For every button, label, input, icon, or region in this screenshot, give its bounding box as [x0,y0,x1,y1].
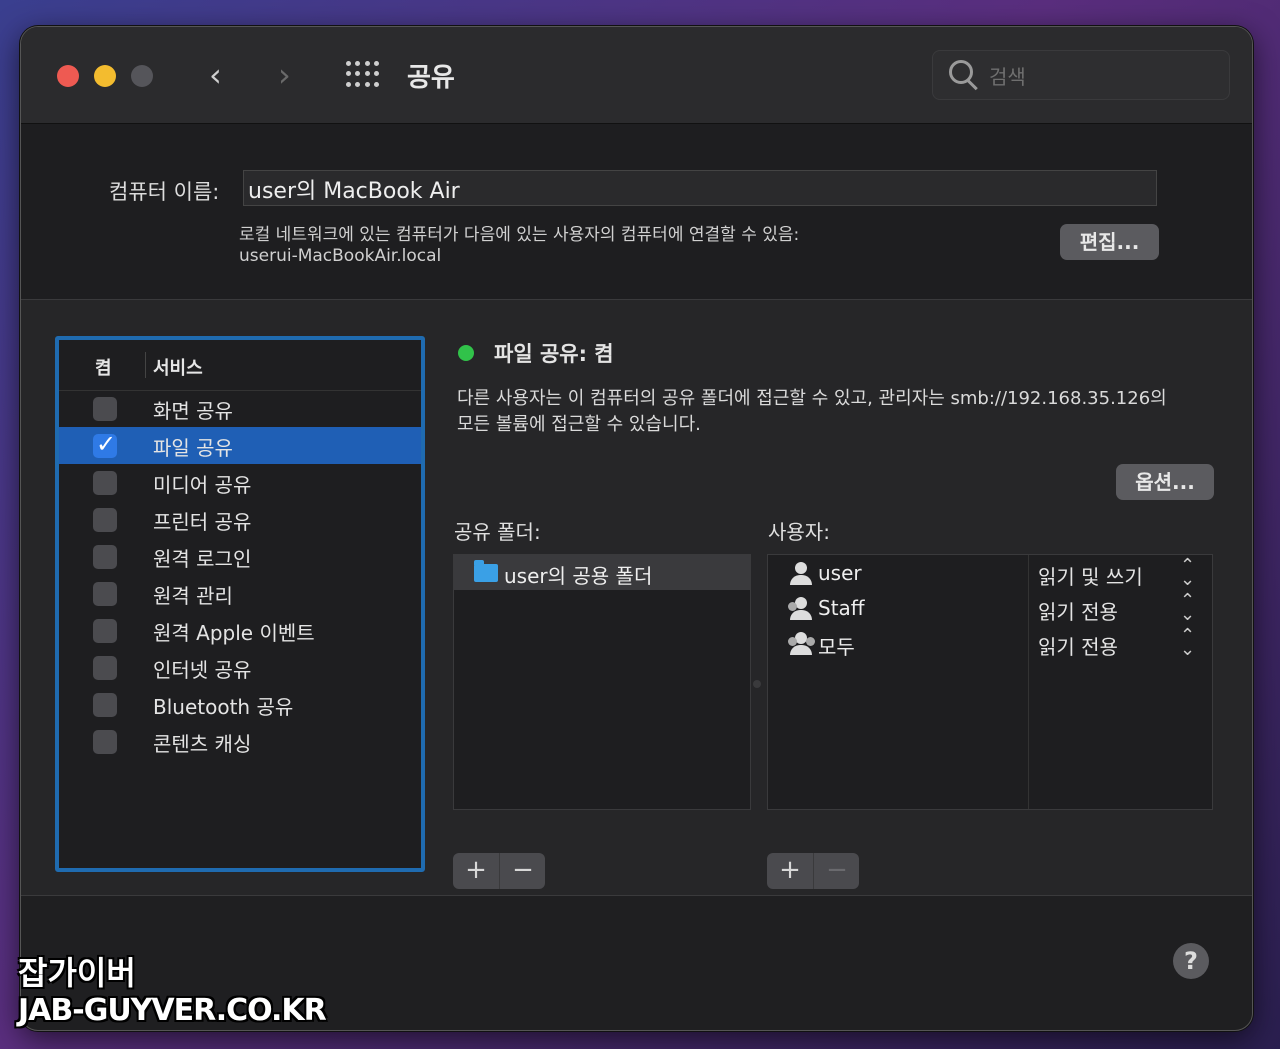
remove-user-button[interactable]: − [813,853,860,889]
folder-add-remove: + − [453,853,545,889]
users-list: user 읽기 및 쓰기 ⌃⌄ Staff 읽기 전용 ⌃⌄ 모두 읽기 전용 ⌃⌄ [767,554,1213,810]
service-checkbox[interactable] [93,397,117,421]
shared-folders-list: user의 공용 폴더 [453,554,751,810]
title-bar: ‹ › 공유 검색 [21,27,1252,124]
preferences-window: ‹ › 공유 검색 컴퓨터 이름: user의 MacBook Air 로컬 네… [20,26,1253,1031]
computer-name-label: 컴퓨터 이름: [109,176,219,206]
zoom-button[interactable] [131,65,153,87]
service-list-header: 켬 서비스 [59,340,421,391]
search-icon [949,60,973,84]
service-row[interactable]: 콘텐츠 캐싱 [59,723,421,760]
hostname: userui-MacBookAir.local [239,246,441,266]
user-name: Staff [818,596,865,620]
service-label: 프린터 공유 [153,506,251,535]
service-label: Bluetooth 공유 [153,691,293,720]
service-row[interactable]: 원격 Apple 이벤트 [59,612,421,649]
folder-icon [474,564,498,582]
service-row[interactable]: 원격 로그인 [59,538,421,575]
updown-chevron-icon[interactable]: ⌃⌄ [1180,629,1195,657]
group-icon [788,632,816,658]
service-row[interactable]: 인터넷 공유 [59,649,421,686]
network-description: 로컬 네트워크에 있는 컴퓨터가 다음에 있는 사용자의 컴퓨터에 연결할 수 … [239,220,799,245]
service-checkbox[interactable] [93,619,117,643]
status-text: 파일 공유: 켬 [494,338,614,368]
service-checkbox[interactable] [93,693,117,717]
search-placeholder: 검색 [989,61,1026,90]
computer-name-value: user의 MacBook Air [248,173,460,205]
group-icon [788,597,816,623]
sharing-section: 켬 서비스 화면 공유 ✓ 파일 공유미디어 공유프린터 공유원격 로그인원격 관리… [21,299,1252,896]
service-label: 파일 공유 [153,432,233,461]
window-title: 공유 [407,57,455,94]
service-row[interactable]: Bluetooth 공유 [59,686,421,723]
search-field[interactable]: 검색 [932,50,1230,100]
user-name: 모두 [818,631,855,660]
status-indicator [458,345,474,361]
info-text-line2: 모든 볼륨에 접근할 수 있습니다. [457,410,701,436]
service-label: 인터넷 공유 [153,654,251,683]
info-text-line1: 다른 사용자는 이 컴퓨터의 공유 폴더에 접근할 수 있고, 관리자는 smb… [457,384,1167,410]
service-checkbox[interactable] [93,582,117,606]
checkmark-icon: ✓ [96,430,116,458]
service-label: 콘텐츠 캐싱 [153,728,251,757]
add-user-button[interactable]: + [767,853,813,889]
service-checkbox[interactable] [93,471,117,495]
service-label: 화면 공유 [153,395,233,424]
remove-folder-button[interactable]: − [499,853,546,889]
shared-folders-label: 공유 폴더: [454,516,541,545]
service-list: 켬 서비스 화면 공유 ✓ 파일 공유미디어 공유프린터 공유원격 로그인원격 관리… [55,336,425,872]
minimize-button[interactable] [94,65,116,87]
service-row[interactable]: 원격 관리 [59,575,421,612]
help-button[interactable]: ? [1173,943,1209,979]
edit-button[interactable]: 편집... [1060,224,1159,260]
service-label: 미디어 공유 [153,469,251,498]
service-checkbox[interactable] [93,545,117,569]
user-add-remove: + − [767,853,859,889]
service-label: 원격 관리 [153,580,233,609]
chevron-left-icon[interactable]: ‹ [209,57,222,93]
column-on: 켬 [95,354,112,380]
computer-name-section: 컴퓨터 이름: user의 MacBook Air 로컬 네트워크에 있는 컴퓨… [21,124,1252,299]
permission-select[interactable]: 읽기 및 쓰기 [1038,561,1143,590]
user-row[interactable]: 모두 읽기 전용 ⌃⌄ [768,627,1212,662]
service-row[interactable]: 화면 공유 [59,390,421,427]
permission-select[interactable]: 읽기 전용 [1038,596,1118,625]
user-icon [788,562,816,588]
service-checkbox[interactable] [93,656,117,680]
updown-chevron-icon[interactable]: ⌃⌄ [1180,559,1195,587]
splitter-handle[interactable] [753,680,761,688]
folder-label: user의 공용 폴더 [504,560,652,589]
user-row[interactable]: Staff 읽기 전용 ⌃⌄ [768,592,1212,627]
service-label: 원격 Apple 이벤트 [153,617,315,646]
service-checkbox[interactable] [93,508,117,532]
permission-select[interactable]: 읽기 전용 [1038,631,1118,660]
column-service: 서비스 [153,354,203,380]
user-row[interactable]: user 읽기 및 쓰기 ⌃⌄ [768,557,1212,592]
service-row[interactable]: ✓ 파일 공유 [59,427,421,464]
service-label: 원격 로그인 [153,543,251,572]
service-row[interactable]: 미디어 공유 [59,464,421,501]
chevron-right-icon[interactable]: › [278,57,291,93]
service-checkbox[interactable]: ✓ [93,434,117,458]
service-row[interactable]: 프린터 공유 [59,501,421,538]
watermark-title: 잡가이버 [18,948,136,994]
close-button[interactable] [57,65,79,87]
computer-name-input[interactable]: user의 MacBook Air [243,170,1157,206]
add-folder-button[interactable]: + [453,853,499,889]
watermark-url: JAB-GUYVER.CO.KR [18,993,326,1028]
service-checkbox[interactable] [93,730,117,754]
list-item[interactable]: user의 공용 폴더 [454,555,750,590]
options-button[interactable]: 옵션... [1116,464,1214,500]
updown-chevron-icon[interactable]: ⌃⌄ [1180,594,1195,622]
grid-icon[interactable] [346,61,380,89]
users-label: 사용자: [768,516,830,545]
user-name: user [818,561,862,585]
